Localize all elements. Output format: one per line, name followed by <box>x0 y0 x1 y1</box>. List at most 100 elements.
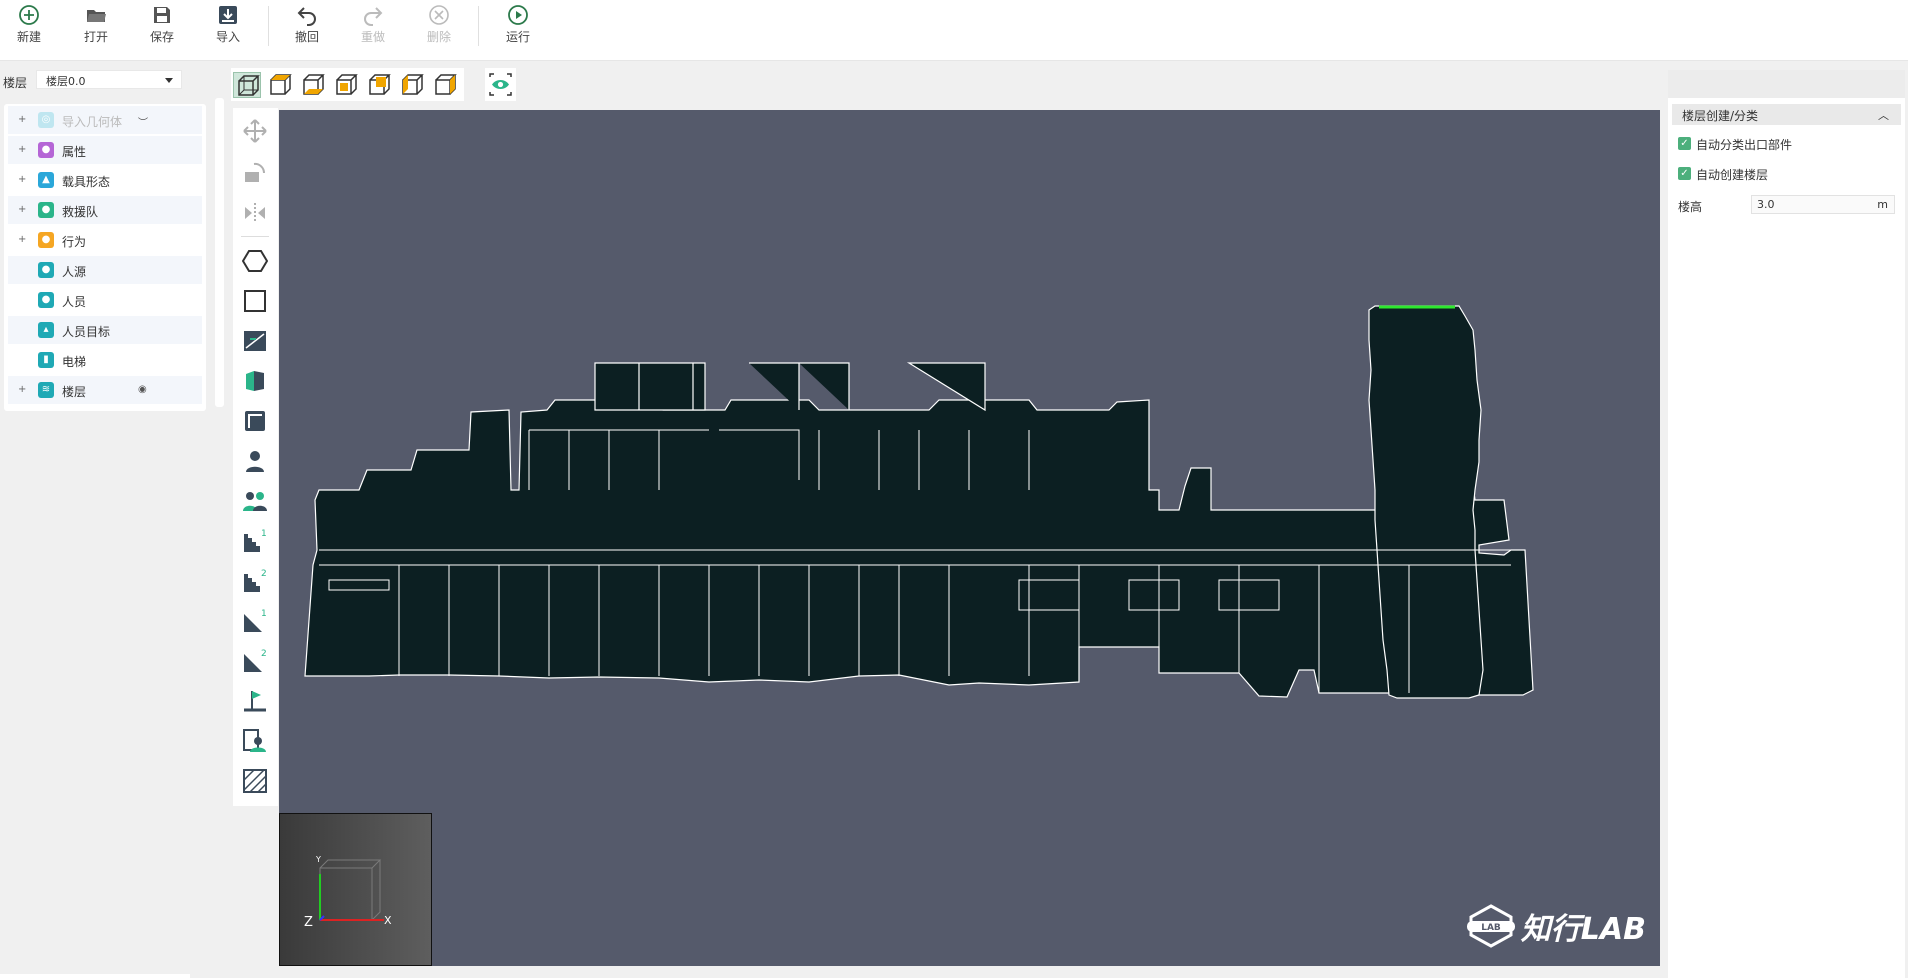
import-button[interactable]: 导入 <box>195 0 261 61</box>
floor-layers-icon: ≋ <box>38 382 54 398</box>
floor-select[interactable]: 楼层0.0 <box>36 70 182 89</box>
tree-item-person[interactable]: ● 人员 <box>8 286 202 314</box>
target-flag-tool[interactable] <box>242 688 268 714</box>
undo-button[interactable]: 撤回 <box>274 0 340 61</box>
view-front-button[interactable] <box>332 72 360 98</box>
eye-icon[interactable]: ◉ <box>138 384 147 395</box>
visibility-toggle-button[interactable] <box>485 68 516 101</box>
save-button[interactable]: 保存 <box>129 0 195 61</box>
tree-item-person-target[interactable]: ▴ 人员目标 <box>8 316 202 344</box>
expand-icon[interactable]: + <box>18 174 26 185</box>
toolbar-divider <box>268 6 269 46</box>
left-panel-scrollbar[interactable] <box>215 98 224 407</box>
stairs-1-tool[interactable]: 1 <box>242 528 268 554</box>
viewport-canvas[interactable]: X Y Z LAB 知行LAB <box>279 110 1660 966</box>
section-title: 楼层创建/分类 <box>1682 109 1759 123</box>
tree-item-label: 行为 <box>62 235 87 249</box>
floor-label: 楼层 <box>3 76 28 90</box>
square-icon <box>244 290 266 312</box>
delete-button[interactable]: 删除 <box>406 0 472 61</box>
chevron-up-icon[interactable]: ︿ <box>1878 107 1889 123</box>
brand-text: 知行LAB <box>1520 912 1646 947</box>
save-label: 保存 <box>149 30 174 44</box>
delete-label: 删除 <box>426 30 451 44</box>
checkbox-checked-icon[interactable]: ✓ <box>1678 167 1691 180</box>
import-geometry-icon: ◎ <box>38 112 54 128</box>
person-tool[interactable] <box>242 448 268 474</box>
cube-front-icon <box>336 74 358 95</box>
new-label: 新建 <box>16 30 41 44</box>
wall-tool[interactable] <box>242 368 268 394</box>
behavior-icon: ● <box>38 232 54 248</box>
expand-icon[interactable]: + <box>18 144 26 155</box>
checkbox-checked-icon[interactable]: ✓ <box>1678 137 1691 150</box>
tree-item-rescue-team[interactable]: + ● 救援队 <box>8 196 202 224</box>
wall-icon <box>246 371 264 391</box>
floor-height-input[interactable]: 3.0 m <box>1751 195 1895 214</box>
exit-tool[interactable] <box>242 328 268 354</box>
ramp-2-tool[interactable]: 2 <box>242 648 268 674</box>
axis-y-label: Y <box>315 855 321 864</box>
run-button[interactable]: 运行 <box>485 0 551 61</box>
tree-item-property[interactable]: + ● 属性 <box>8 136 202 164</box>
area-hatch-tool[interactable] <box>242 768 268 794</box>
svg-text:1: 1 <box>261 609 267 619</box>
people-source-tool[interactable] <box>242 728 268 754</box>
ramp-1-tool[interactable]: 1 <box>242 608 268 634</box>
caret-down-icon <box>165 78 173 83</box>
expand-icon[interactable]: + <box>18 234 26 245</box>
tree-item-floors[interactable]: + ≋ 楼层 ◉ <box>8 376 202 404</box>
rectangle-tool[interactable] <box>242 288 268 314</box>
floor-height-label: 楼高 <box>1678 200 1703 214</box>
view-3d-button[interactable] <box>233 72 261 98</box>
folder-open-icon <box>87 10 106 22</box>
floor-height-value: 3.0 <box>1757 198 1775 211</box>
expand-icon[interactable]: + <box>18 384 26 395</box>
undo-label: 撤回 <box>294 30 319 44</box>
cube-wireframe-icon <box>238 75 260 96</box>
redo-button[interactable]: 重做 <box>340 0 406 61</box>
stairs-2-tool[interactable]: 2 <box>242 568 268 594</box>
status-strip <box>0 974 190 978</box>
expand-icon[interactable]: + <box>18 114 26 125</box>
obstacle-tool[interactable] <box>242 408 268 434</box>
view-bottom-button[interactable] <box>299 72 327 98</box>
person-target-icon: ▴ <box>38 322 54 338</box>
tree-item-label: 电梯 <box>62 355 87 369</box>
run-label: 运行 <box>505 30 530 44</box>
rotate-tool[interactable] <box>242 160 268 186</box>
view-back-button[interactable] <box>365 72 393 98</box>
tree-item-people-source[interactable]: ● 人源 <box>8 256 202 284</box>
person-icon: ● <box>38 292 54 308</box>
people-source-icon: ● <box>38 262 54 278</box>
main-toolbar: 新建 打开 保存 导入 撤回 重做 删除 运行 <box>0 0 1908 61</box>
rotate-icon <box>245 162 266 182</box>
import-label: 导入 <box>215 30 240 44</box>
eye-closed-icon[interactable]: ︶ <box>138 114 148 129</box>
app-window: 新建 打开 保存 导入 撤回 重做 删除 运行 楼层 楼层0.0 + ◎ 导入几… <box>0 0 1908 978</box>
svg-text:LAB: LAB <box>1481 923 1501 933</box>
cube-bottom-icon <box>303 74 325 95</box>
cube-top-icon <box>270 74 292 95</box>
tree-item-behavior[interactable]: + ● 行为 <box>8 226 202 254</box>
redo-label: 重做 <box>360 30 385 44</box>
delete-circle-icon <box>429 5 449 25</box>
move-tool[interactable] <box>242 118 268 144</box>
tree-item-import-geometry[interactable]: + ◎ 导入几何体 ︶ <box>8 106 202 134</box>
floor-height-unit: m <box>1877 198 1888 211</box>
tree-item-label: 导入几何体 <box>62 115 123 129</box>
new-button[interactable]: 新建 <box>0 0 62 61</box>
polygon-tool[interactable] <box>241 248 269 274</box>
mirror-tool[interactable] <box>242 200 268 226</box>
expand-icon[interactable]: + <box>18 204 26 215</box>
floor-create-section-header[interactable]: 楼层创建/分类 ︿ <box>1672 104 1901 125</box>
open-label: 打开 <box>83 30 108 44</box>
open-button[interactable]: 打开 <box>63 0 129 61</box>
tree-item-vehicle[interactable]: + ▲ 载具形态 <box>8 166 202 194</box>
group-tool[interactable] <box>242 488 268 514</box>
tree-item-elevator[interactable]: ▮ 电梯 <box>8 346 202 374</box>
eye-frame-icon <box>489 73 512 96</box>
view-left-button[interactable] <box>398 72 426 98</box>
view-right-button[interactable] <box>431 72 459 98</box>
view-top-button[interactable] <box>266 72 294 98</box>
